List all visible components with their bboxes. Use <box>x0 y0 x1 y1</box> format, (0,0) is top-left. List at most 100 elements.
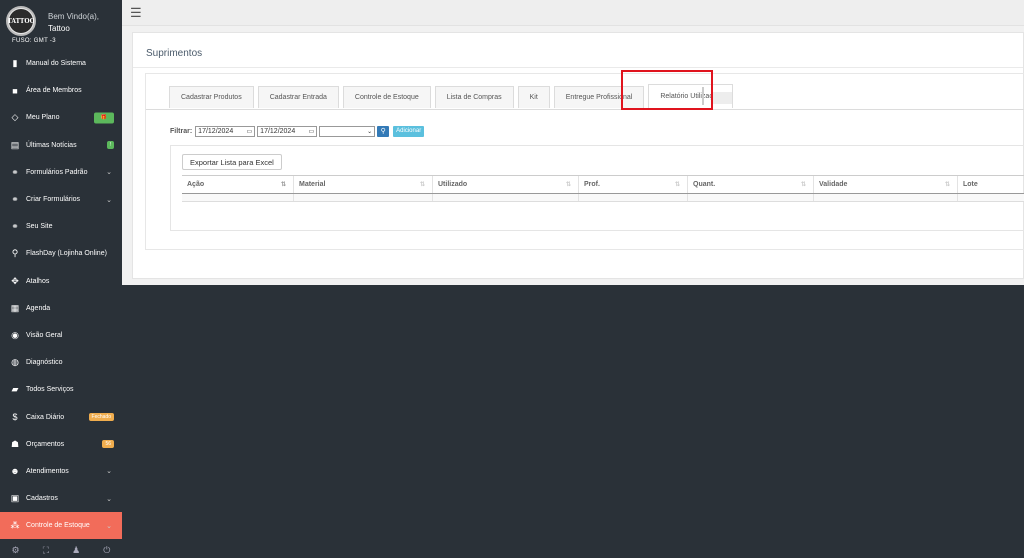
news-badge: ! <box>106 141 114 150</box>
sort-icon: ⇅ <box>565 182 571 188</box>
gift-icon: 🎁 <box>94 112 114 124</box>
sidebar-item-visao-geral[interactable]: ◉ Visão Geral <box>0 322 122 349</box>
sidebar-item-label: Criar Formulários <box>26 196 81 204</box>
sidebar-item-noticias[interactable]: ▤ Últimas Notícias ! <box>0 132 122 159</box>
column-header-validade[interactable]: Validade ⇅ <box>814 176 958 193</box>
sidebar-item-cadastros[interactable]: ▣ Cadastros ⌄ <box>0 485 122 512</box>
link-icon: ⚭ <box>11 221 19 232</box>
book-icon: ▮ <box>12 58 18 69</box>
sidebar-item-agenda[interactable]: ▦ Agenda <box>0 295 122 322</box>
top-bar: ☰ <box>122 0 1024 26</box>
username: Tattoo <box>48 24 70 33</box>
users-icon: ☗ <box>10 438 20 449</box>
fullscreen-icon[interactable]: ⛶ <box>43 545 49 556</box>
link-icon: ⚭ <box>11 194 19 205</box>
sidebar-item-criar-formularios[interactable]: ⚭ Criar Formulários ⌄ <box>0 186 122 213</box>
sidebar-item-orcamentos[interactable]: ☗ Orçamentos 56 <box>0 431 122 458</box>
table-cell <box>579 194 688 201</box>
news-icon: ▤ <box>10 139 20 150</box>
report-box: Exportar Lista para Excel Ação ⇅ Material… <box>170 145 1024 231</box>
suprimentos-panel: Suprimentos Cadastrar Produtos Cadastrar… <box>132 32 1024 279</box>
column-header-material[interactable]: Material ⇅ <box>294 176 433 193</box>
sidebar-item-todos-servicos[interactable]: ▰ Todos Serviços <box>0 376 122 403</box>
table-cell <box>294 194 433 201</box>
calendar-icon: ▭ <box>246 128 253 135</box>
column-header-lote[interactable]: Lote <box>958 176 1024 193</box>
sidebar-item-atalhos[interactable]: ✥ Atalhos <box>0 268 122 295</box>
column-header-prof[interactable]: Prof. ⇅ <box>579 176 688 193</box>
sidebar-item-label: Caixa Diário <box>26 413 65 421</box>
map-marker-icon: ⚲ <box>11 248 19 259</box>
avatar-logo: TATTOO <box>8 9 34 33</box>
count-badge: 56 <box>102 440 114 449</box>
table-row <box>182 194 1024 202</box>
sidebar-item-label: Formulários Padrão <box>26 168 88 176</box>
main-content: Suprimentos Cadastrar Produtos Cadastrar… <box>122 26 1024 285</box>
filter-label: Filtrar: <box>170 127 193 135</box>
settings-icon[interactable]: ⚙ <box>12 545 20 556</box>
cubes-icon: ⁂ <box>10 520 20 531</box>
tab-cadastrar-produtos[interactable]: Cadastrar Produtos <box>169 86 254 108</box>
eye-icon: ◉ <box>11 329 19 340</box>
chevron-down-icon: ⌄ <box>106 169 112 177</box>
table-cell <box>182 194 294 201</box>
table-cell <box>814 194 958 201</box>
sidebar-item-membros[interactable]: ■ Área de Membros <box>0 77 122 104</box>
sort-icon: ⇅ <box>419 182 425 188</box>
sidebar-item-label: Todos Serviços <box>26 386 74 394</box>
tab-bar: Cadastrar Produtos Cadastrar Entrada Con… <box>169 84 737 110</box>
sidebar-item-label: Seu Site <box>26 223 53 231</box>
diamond-icon: ◇ <box>11 112 19 123</box>
chevron-down-icon: ⌄ <box>106 495 112 503</box>
sidebar-item-diagnostico[interactable]: ◍ Diagnóstico <box>0 349 122 376</box>
power-icon[interactable]: ⏻ <box>103 545 110 556</box>
date-from-input[interactable]: 17/12/2024 ▭ <box>195 125 256 137</box>
date-to-input[interactable]: 17/12/2024 ▭ <box>257 125 318 137</box>
avatar[interactable]: TATTOO <box>6 6 36 36</box>
column-header-utilizado[interactable]: Utilizado ⇅ <box>433 176 579 193</box>
tab-cadastrar-entrada[interactable]: Cadastrar Entrada <box>257 86 339 108</box>
tab-kit[interactable]: Kit <box>517 86 550 108</box>
filter-row: Filtrar: 17/12/2024 ▭ 17/12/2024 ▭ ⌄ ⚲ A… <box>170 125 425 137</box>
page-title: Suprimentos <box>146 48 203 59</box>
sidebar-item-atendimentos[interactable]: ☻ Atendimentos ⌄ <box>0 458 122 485</box>
sidebar-item-seu-site[interactable]: ⚭ Seu Site <box>0 213 122 240</box>
sidebar-item-label: Controle de Estoque <box>26 522 90 530</box>
search-icon: ⚲ <box>380 128 386 135</box>
bell-icon[interactable]: ♟ <box>72 545 80 556</box>
column-header-quant[interactable]: Quant. ⇅ <box>688 176 814 193</box>
chevron-down-icon: ⌄ <box>367 128 373 135</box>
sidebar-item-label: FlashDay (Lojinha Online) <box>26 250 107 258</box>
sidebar-item-controle-estoque[interactable]: ⁂ Controle de Estoque ⌄ <box>0 512 122 540</box>
sidebar-menu: ▮ Manual do Sistema ■ Área de Membros ◇ … <box>0 50 122 540</box>
date-from-value: 17/12/2024 <box>198 127 234 135</box>
export-excel-button[interactable]: Exportar Lista para Excel <box>182 154 282 170</box>
dashboard-icon: ◍ <box>11 357 19 368</box>
sidebar-item-label: Cadastros <box>26 495 58 503</box>
video-icon: ■ <box>12 85 18 96</box>
sidebar-item-manual[interactable]: ▮ Manual do Sistema <box>0 50 122 77</box>
add-button[interactable]: Adicionar <box>393 125 425 137</box>
table-header: Ação ⇅ Material ⇅ Utilizado ⇅ Prof. ⇅ Quant. <box>182 176 1024 194</box>
tab-entregue-profissional[interactable]: Entregue Profissional <box>553 86 645 108</box>
professional-select[interactable]: ⌄ <box>319 125 376 137</box>
signpost-icon: ✥ <box>11 275 19 286</box>
sidebar-item-label: Diagnóstico <box>26 359 63 367</box>
calendar-icon: ▦ <box>10 302 20 313</box>
column-header-acao[interactable]: Ação ⇅ <box>182 176 294 193</box>
sidebar-item-caixa-diario[interactable]: $ Caixa Diário Fechado <box>0 403 122 430</box>
menu-toggle-icon[interactable]: ☰ <box>130 5 142 21</box>
search-button[interactable]: ⚲ <box>377 125 390 137</box>
folder-icon: ▰ <box>11 384 19 395</box>
profile: TATTOO Bem Vindo(a), Tattoo FUSO: GMT -3 <box>0 0 122 50</box>
sidebar-item-formularios-padrao[interactable]: ⚭ Formulários Padrão ⌄ <box>0 159 122 186</box>
sidebar-item-label: Agenda <box>26 304 51 312</box>
sidebar-item-flashday[interactable]: ⚲ FlashDay (Lojinha Online) <box>0 240 122 267</box>
sidebar-item-label: Visão Geral <box>26 331 63 339</box>
sidebar-item-plano[interactable]: ◇ Meu Plano 🎁 <box>0 104 122 131</box>
tab-lista-compras[interactable]: Lista de Compras <box>434 86 514 108</box>
sidebar-item-label: Atalhos <box>26 277 50 285</box>
sidebar-item-label: Orçamentos <box>26 440 65 448</box>
chevron-down-icon: ⌄ <box>106 196 112 204</box>
tab-controle-estoque[interactable]: Controle de Estoque <box>342 86 431 108</box>
